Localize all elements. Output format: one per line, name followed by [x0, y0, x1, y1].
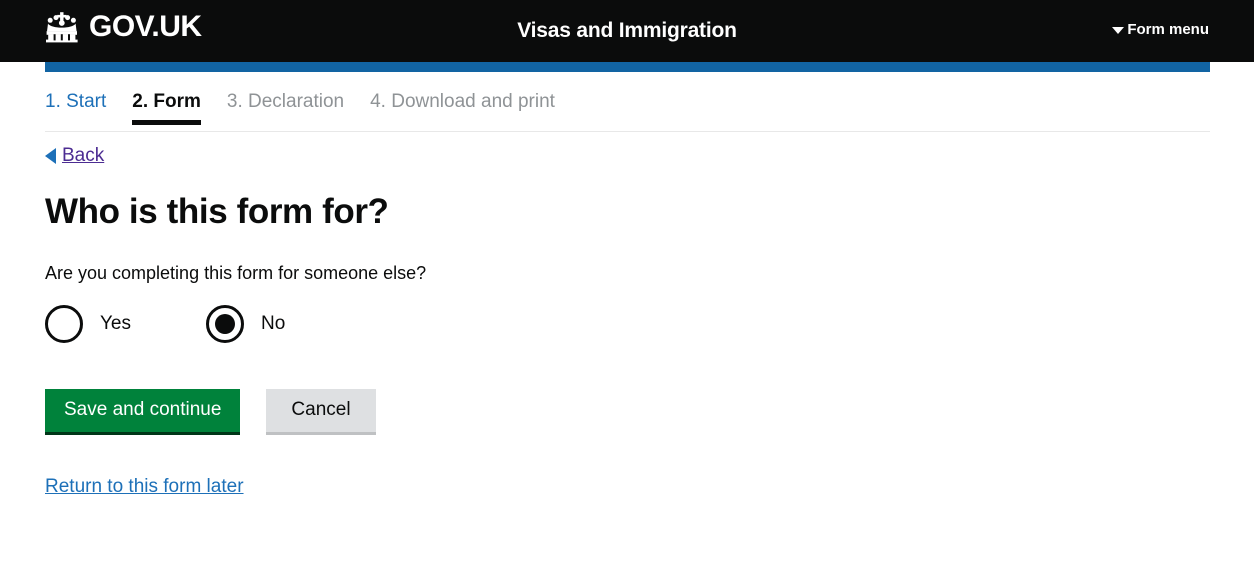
step-1-start[interactable]: 1. Start	[45, 90, 106, 120]
form-actions: Save and continue Cancel	[45, 388, 1254, 433]
back-row: Back	[45, 145, 1254, 167]
radio-option-yes[interactable]: Yes	[45, 304, 131, 343]
radio-dot-no	[215, 313, 235, 334]
form-menu-button[interactable]: Form menu	[1112, 21, 1209, 38]
service-name: Visas and Immigration	[517, 19, 737, 42]
step-4-download-and-print: 4. Download and print	[370, 91, 555, 112]
chevron-down-icon	[1112, 27, 1125, 34]
return-to-form-later-link[interactable]: Return to this form later	[45, 476, 244, 498]
radio-label-no: No	[261, 312, 286, 334]
radio-circle-no[interactable]	[206, 304, 244, 343]
site-header: GOV.UK Visas and Immigration Form menu	[0, 0, 1254, 62]
question-label: Are you completing this form for someone…	[45, 262, 427, 283]
page-title: Who is this form for?	[45, 192, 389, 231]
step-2-form[interactable]: 2. Form	[132, 90, 201, 125]
caret-left-icon	[45, 148, 56, 164]
step-3-declaration: 3. Declaration	[226, 91, 345, 112]
save-and-continue-button[interactable]: Save and continue	[45, 388, 241, 433]
radio-option-no[interactable]: No	[206, 304, 286, 343]
page-body: 1. Start 2. Form 3. Declaration 4. Downl…	[0, 62, 1254, 498]
radio-circle-yes[interactable]	[45, 304, 83, 343]
back-link[interactable]: Back	[62, 145, 104, 167]
form-menu-label: Form menu	[1127, 21, 1209, 38]
radio-group-someone-else: Yes No	[45, 304, 1254, 343]
step-navigation-divider	[45, 131, 1210, 132]
cancel-button[interactable]: Cancel	[266, 388, 376, 433]
step-navigation: 1. Start 2. Form 3. Declaration 4. Downl…	[45, 72, 1254, 125]
radio-label-yes: Yes	[100, 312, 131, 334]
